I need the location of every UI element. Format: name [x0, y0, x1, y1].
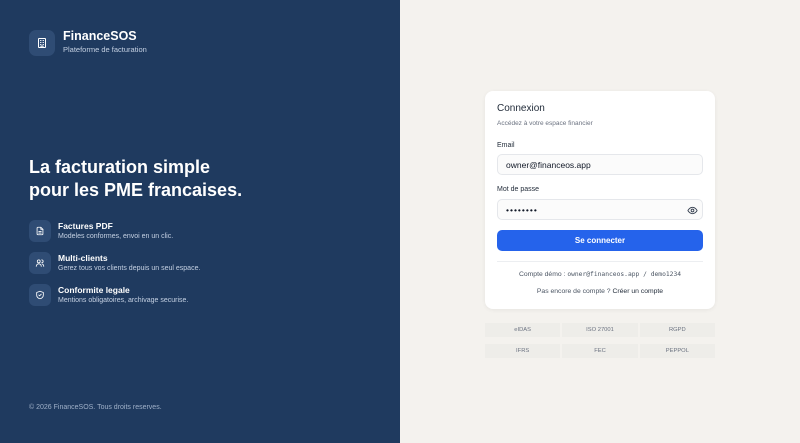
- compliance-badge: ISO 27001: [562, 323, 638, 337]
- copyright-footer: © 2026 FinanceSOS. Tous droits reserves.: [29, 404, 162, 411]
- feature-title: Factures PDF: [58, 221, 113, 231]
- login-panel: Connexion Accédez à votre espace financi…: [400, 0, 800, 443]
- compliance-badge: IFRS: [485, 344, 561, 358]
- email-field[interactable]: [497, 154, 703, 175]
- file-icon: [29, 220, 51, 242]
- login-title: Connexion: [497, 103, 545, 114]
- brand-name: FinanceSOS: [63, 29, 137, 43]
- eye-icon[interactable]: [686, 204, 698, 216]
- password-label: Mot de passe: [497, 186, 540, 193]
- hero-heading: La facturation simple pour les PME franc…: [29, 156, 369, 202]
- divider: [497, 261, 703, 262]
- compliance-badge: eIDAS: [485, 323, 561, 337]
- feature-item: Conformite legale Mentions obligatoires,…: [29, 284, 200, 315]
- signup-prefix: Pas encore de compte ?: [536, 288, 613, 295]
- create-account-link[interactable]: Créer un compte: [612, 288, 663, 295]
- compliance-badge: FEC: [562, 344, 638, 358]
- feature-title: Conformite legale: [58, 285, 130, 295]
- email-label: Email: [497, 142, 515, 149]
- password-field[interactable]: [497, 199, 703, 220]
- login-subtitle: Accédez à votre espace financier: [497, 120, 593, 127]
- hero-line-1: La facturation simple: [29, 157, 211, 177]
- feature-description: Gerez tous vos clients depuis un seul es…: [58, 265, 201, 272]
- brand-header: FinanceSOS Plateforme de facturation: [29, 29, 147, 56]
- brand-panel: FinanceSOS Plateforme de facturation La …: [0, 0, 400, 443]
- login-button[interactable]: Se connecter: [497, 230, 703, 251]
- compliance-badge: PEPPOL: [639, 344, 715, 358]
- feature-title: Multi-clients: [58, 253, 108, 263]
- brand-subtitle: Plateforme de facturation: [63, 45, 147, 54]
- compliance-badge: RGPD: [639, 323, 715, 337]
- feature-list: Factures PDF Modeles conformes, envoi en…: [29, 220, 200, 316]
- feature-description: Modeles conformes, envoi en un clic.: [58, 233, 174, 240]
- feature-item: Multi-clients Gerez tous vos clients dep…: [29, 252, 200, 283]
- hero-line-2: pour les PME francaises.: [29, 180, 243, 200]
- compliance-badges: eIDAS ISO 27001 RGPD IFRS FEC PEPPOL: [485, 323, 715, 358]
- login-card: Connexion Accédez à votre espace financi…: [485, 91, 715, 309]
- demo-credentials: owner@financeos.app / demo1234: [567, 271, 682, 278]
- shield-check-icon: [29, 284, 51, 306]
- demo-prefix: Compte démo :: [518, 271, 568, 278]
- feature-item: Factures PDF Modeles conformes, envoi en…: [29, 220, 200, 251]
- demo-account-info: Compte démo : owner@financeos.app / demo…: [485, 271, 715, 278]
- feature-description: Mentions obligatoires, archivage securis…: [58, 297, 189, 304]
- building-icon: [29, 29, 55, 56]
- signup-prompt: Pas encore de compte ? Créer un compte: [485, 288, 715, 295]
- users-icon: [29, 252, 51, 274]
